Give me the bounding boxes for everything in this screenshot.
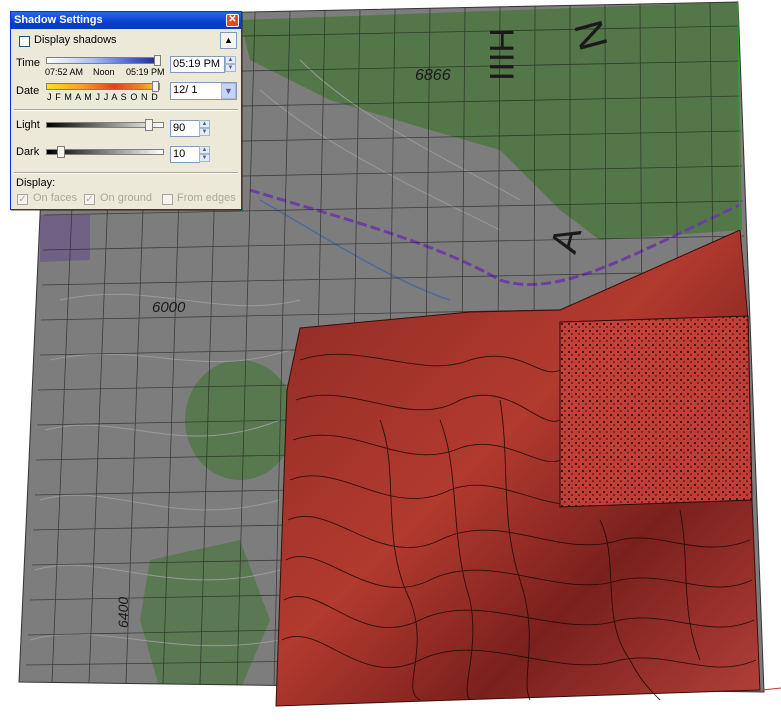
on-ground-checkbox[interactable]: ✓ <box>84 194 95 205</box>
display-shadows-label: Display shadows <box>34 34 117 46</box>
dark-spinner[interactable]: ▲ ▼ <box>199 146 210 162</box>
time-label: Time <box>16 57 41 69</box>
on-faces-checkbox[interactable]: ✓ <box>17 194 28 205</box>
time-down-icon[interactable]: ▼ <box>225 64 236 72</box>
time-end-label: 05:19 PM <box>126 67 165 77</box>
time-slider[interactable] <box>46 57 160 64</box>
from-edges-checkbox[interactable] <box>162 194 173 205</box>
light-down-icon[interactable]: ▼ <box>199 128 210 136</box>
time-start-label: 07:52 AM <box>45 67 84 77</box>
on-ground-label: On ground <box>100 192 152 204</box>
map-letters-hiii: HIII <box>482 28 520 81</box>
elevation-label-mid: 6000 <box>152 299 186 316</box>
date-months-label: J F M A M J J A S O N D <box>47 92 159 102</box>
date-slider-thumb[interactable] <box>152 81 159 92</box>
dialog-title: Shadow Settings <box>11 12 241 29</box>
light-spinner[interactable]: ▲ ▼ <box>199 120 210 136</box>
elevation-label-top: 6866 <box>415 67 451 84</box>
time-up-icon[interactable]: ▲ <box>225 56 236 64</box>
time-input[interactable]: 05:19 PM <box>170 56 225 73</box>
separator <box>14 172 238 174</box>
from-edges-label: From edges <box>177 192 236 204</box>
collapse-toggle-button[interactable]: ▲ <box>220 32 237 49</box>
time-spinner[interactable]: ▲ ▼ <box>225 56 236 72</box>
date-slider[interactable] <box>46 83 160 90</box>
dark-input[interactable]: 10 <box>170 146 200 163</box>
on-faces-label: On faces <box>33 192 78 204</box>
dark-down-icon[interactable]: ▼ <box>199 154 210 162</box>
close-icon[interactable]: ✕ <box>226 14 239 27</box>
date-label: Date <box>16 85 40 97</box>
dark-up-icon[interactable]: ▲ <box>199 146 210 154</box>
light-label: Light <box>16 119 40 131</box>
dark-label: Dark <box>16 146 40 158</box>
dark-slider-thumb[interactable] <box>57 146 65 158</box>
time-slider-thumb[interactable] <box>154 55 161 66</box>
display-label: Display: <box>16 177 56 189</box>
separator <box>14 109 238 111</box>
light-slider-thumb[interactable] <box>145 119 153 131</box>
light-input[interactable]: 90 <box>170 120 200 137</box>
shadow-settings-dialog: Shadow Settings ✕ Display shadows ▲ Time… <box>10 11 242 210</box>
display-shadows-checkbox[interactable] <box>19 36 30 47</box>
chevron-down-icon[interactable]: ▼ <box>221 83 236 99</box>
red-axis <box>761 687 781 691</box>
elevation-label-left: 6400 <box>115 597 131 628</box>
light-up-icon[interactable]: ▲ <box>199 120 210 128</box>
time-noon-label: Noon <box>93 67 115 77</box>
